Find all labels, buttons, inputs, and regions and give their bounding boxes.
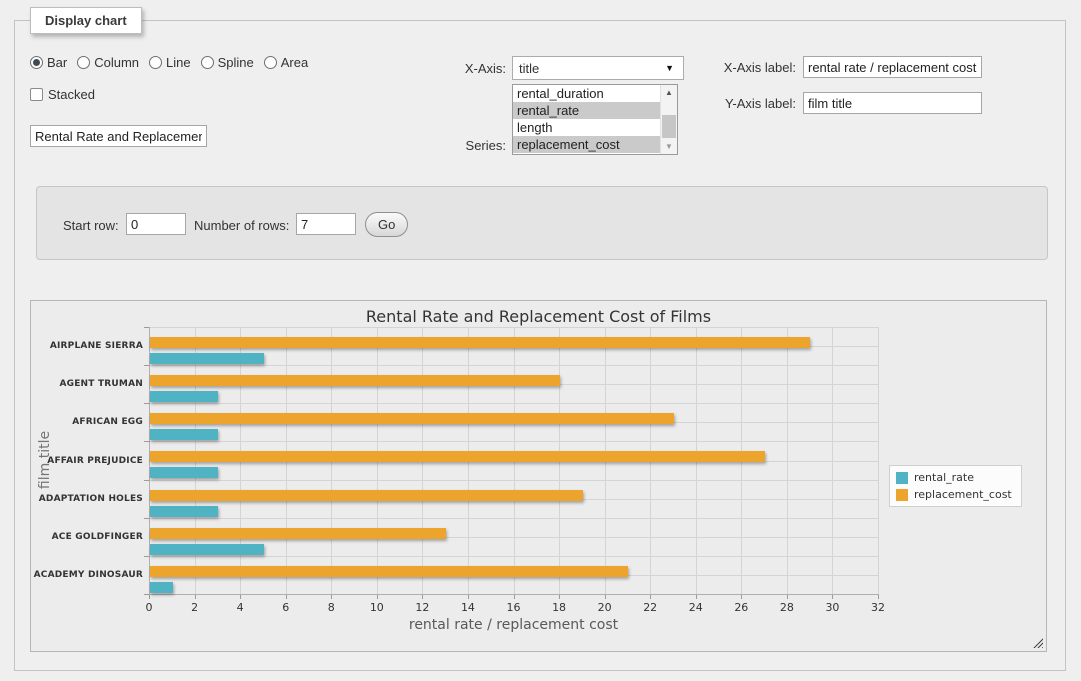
legend-swatch-icon xyxy=(896,472,908,484)
bar-rental_rate xyxy=(150,506,218,517)
bar-replacement_cost xyxy=(150,375,560,386)
bar-replacement_cost xyxy=(150,337,810,348)
chart-type-radio-group: Bar Column Line Spline Area xyxy=(30,55,308,70)
bar-replacement_cost xyxy=(150,490,583,501)
x-axis-select-label: X-Axis: xyxy=(420,61,506,76)
x-axis-label-field-label: X-Axis label: xyxy=(710,60,796,75)
x-axis-tick-label: 32 xyxy=(863,601,893,614)
radio-label: Area xyxy=(281,55,308,70)
radio-label: Bar xyxy=(47,55,67,70)
category-label: AFFAIR PREJUDICE xyxy=(31,456,143,466)
x-axis-selected-value: title xyxy=(519,61,539,76)
radio-bar[interactable]: Bar xyxy=(30,55,67,70)
radio-spline[interactable]: Spline xyxy=(201,55,254,70)
x-axis-tick-label: 14 xyxy=(453,601,483,614)
chart-x-axis-title: rental rate / replacement cost xyxy=(149,617,878,633)
bar-rental_rate xyxy=(150,429,218,440)
bar-replacement_cost xyxy=(150,413,674,424)
category-label: ACE GOLDFINGER xyxy=(31,532,143,542)
radio-icon[interactable] xyxy=(30,56,43,69)
gridline xyxy=(832,327,833,594)
category-label: ADAPTATION HOLES xyxy=(31,494,143,504)
start-row-label: Start row: xyxy=(63,218,119,233)
x-axis-select[interactable]: title ▼ xyxy=(512,56,684,80)
x-axis-tick-label: 16 xyxy=(499,601,529,614)
series-listbox[interactable]: rental_durationrental_ratelengthreplacem… xyxy=(512,84,678,155)
fieldset-legend-title: Display chart xyxy=(30,7,142,34)
radio-icon[interactable] xyxy=(149,56,162,69)
radio-label: Column xyxy=(94,55,139,70)
series-option-length[interactable]: length xyxy=(513,119,660,136)
series-options: rental_durationrental_ratelengthreplacem… xyxy=(513,85,660,154)
radio-line[interactable]: Line xyxy=(149,55,191,70)
x-axis-tick-label: 26 xyxy=(726,601,756,614)
legend-label: replacement_cost xyxy=(914,488,1012,501)
x-axis-label-input[interactable] xyxy=(803,56,982,78)
series-option-rental_rate[interactable]: rental_rate xyxy=(513,102,660,119)
legend-item-replacement_cost[interactable]: replacement_cost xyxy=(896,488,1012,501)
gridline xyxy=(878,327,879,594)
dropdown-arrow-icon: ▼ xyxy=(665,63,674,73)
bar-rental_rate xyxy=(150,391,218,402)
chart-title: Rental Rate and Replacement Cost of Film… xyxy=(31,307,1046,326)
radio-column[interactable]: Column xyxy=(77,55,139,70)
x-axis-tick-label: 10 xyxy=(362,601,392,614)
row-controls-panel: Start row: Number of rows: Go xyxy=(36,186,1048,260)
x-axis-line xyxy=(149,594,879,595)
bar-replacement_cost xyxy=(150,451,765,462)
chart: Rental Rate and Replacement Cost of Film… xyxy=(30,300,1047,652)
stacked-checkbox[interactable] xyxy=(30,88,43,101)
gridline xyxy=(787,327,788,594)
series-option-replacement_cost[interactable]: replacement_cost xyxy=(513,136,660,153)
radio-icon[interactable] xyxy=(77,56,90,69)
x-axis-tick-label: 12 xyxy=(407,601,437,614)
bar-rental_rate xyxy=(150,353,264,364)
legend-swatch-icon xyxy=(896,489,908,501)
chart-title-input[interactable] xyxy=(30,125,207,147)
bar-rental_rate xyxy=(150,582,173,593)
resize-handle-icon[interactable] xyxy=(1033,638,1043,648)
legend-item-rental_rate[interactable]: rental_rate xyxy=(896,471,1012,484)
bar-rental_rate xyxy=(150,544,264,555)
bar-replacement_cost xyxy=(150,566,628,577)
category-label: AFRICAN EGG xyxy=(31,417,143,427)
stacked-checkbox-row[interactable]: Stacked xyxy=(30,87,95,102)
radio-area[interactable]: Area xyxy=(264,55,308,70)
radio-icon[interactable] xyxy=(201,56,214,69)
x-axis-tick-label: 8 xyxy=(316,601,346,614)
x-axis-tick-label: 2 xyxy=(180,601,210,614)
y-axis-label-input[interactable] xyxy=(803,92,982,114)
scrollbar-down-icon[interactable]: ▼ xyxy=(661,139,677,154)
go-button[interactable]: Go xyxy=(365,212,408,237)
scrollbar-thumb[interactable] xyxy=(662,115,676,138)
category-label: AIRPLANE SIERRA xyxy=(31,341,143,351)
x-axis-tick-label: 18 xyxy=(544,601,574,614)
number-of-rows-input[interactable] xyxy=(296,213,356,235)
bar-rental_rate xyxy=(150,467,218,478)
category-label: ACADEMY DINOSAUR xyxy=(31,570,143,580)
legend-label: rental_rate xyxy=(914,471,974,484)
series-listbox-label: Series: xyxy=(420,138,506,153)
series-option-rental_duration[interactable]: rental_duration xyxy=(513,85,660,102)
start-row-input[interactable] xyxy=(126,213,186,235)
bar-replacement_cost xyxy=(150,528,446,539)
x-axis-tick-label: 20 xyxy=(590,601,620,614)
number-of-rows-label: Number of rows: xyxy=(194,218,289,233)
radio-label: Spline xyxy=(218,55,254,70)
x-axis-tick-label: 28 xyxy=(772,601,802,614)
chart-legend: rental_rate replacement_cost xyxy=(889,465,1022,507)
stacked-label: Stacked xyxy=(48,87,95,102)
x-axis-tick-label: 4 xyxy=(225,601,255,614)
y-axis-label-field-label: Y-Axis label: xyxy=(710,96,796,111)
x-axis-tick-label: 22 xyxy=(635,601,665,614)
x-axis-tick-label: 6 xyxy=(271,601,301,614)
category-label: AGENT TRUMAN xyxy=(31,379,143,389)
scrollbar-up-icon[interactable]: ▲ xyxy=(661,85,677,100)
radio-icon[interactable] xyxy=(264,56,277,69)
radio-label: Line xyxy=(166,55,191,70)
x-axis-tick-label: 24 xyxy=(681,601,711,614)
x-axis-tick-label: 0 xyxy=(134,601,164,614)
x-axis-tick-label: 30 xyxy=(817,601,847,614)
series-scrollbar[interactable]: ▲ ▼ xyxy=(660,85,677,154)
